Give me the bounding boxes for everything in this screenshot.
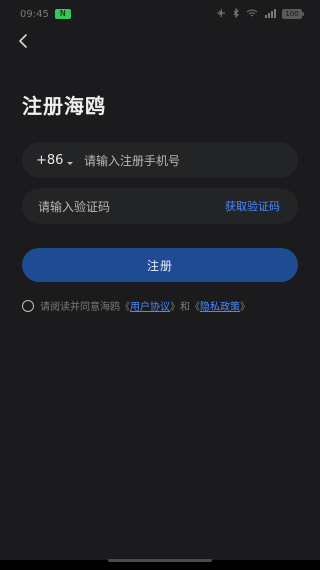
verification-code-input[interactable] — [36, 188, 210, 226]
agreement-and: 和 — [180, 302, 190, 313]
home-indicator[interactable] — [108, 559, 212, 562]
quote-open-2: 《 — [190, 302, 200, 313]
status-notification-badge: N — [54, 9, 71, 19]
signal-icon — [264, 8, 276, 21]
battery-icon: 100 — [282, 9, 304, 19]
wifi-icon — [246, 8, 258, 21]
back-button[interactable] — [12, 32, 34, 54]
status-bar: 09:45 N 100 — [0, 0, 320, 28]
agreement-checkbox[interactable] — [22, 299, 34, 312]
country-code-label: +86 — [36, 152, 64, 168]
phone-field: +86 — [22, 142, 298, 180]
quote-close-1: 》 — [170, 302, 180, 313]
privacy-policy-link[interactable]: 隐私政策 — [200, 298, 240, 313]
get-code-button[interactable]: 获取验证码 — [225, 188, 280, 224]
status-left: 09:45 N — [20, 9, 71, 20]
chevron-left-icon — [17, 33, 29, 53]
user-agreement-link[interactable]: 用户协议 — [130, 298, 170, 313]
agreement-row: 请阅读并同意海鸥 《 用户协议 》 和 《 隐私政策 》 — [22, 298, 302, 313]
status-time: 09:45 — [20, 8, 49, 20]
country-code-selector[interactable]: +86 — [36, 142, 74, 178]
page-title: 注册海鸥 — [22, 94, 106, 118]
bluetooth-icon — [232, 7, 240, 21]
register-button[interactable]: 注册 — [22, 248, 298, 282]
verification-code-field: 获取验证码 — [22, 188, 298, 226]
airplane-icon — [216, 8, 226, 21]
chevron-down-icon — [66, 156, 74, 165]
quote-close-2: 》 — [240, 302, 250, 313]
quote-open-1: 《 — [120, 302, 130, 313]
phone-input[interactable] — [82, 142, 286, 180]
agreement-text: 请阅读并同意海鸥 《 用户协议 》 和 《 隐私政策 》 — [40, 298, 250, 313]
status-right: 100 — [216, 7, 304, 21]
agreement-prefix: 请阅读并同意海鸥 — [40, 302, 120, 313]
